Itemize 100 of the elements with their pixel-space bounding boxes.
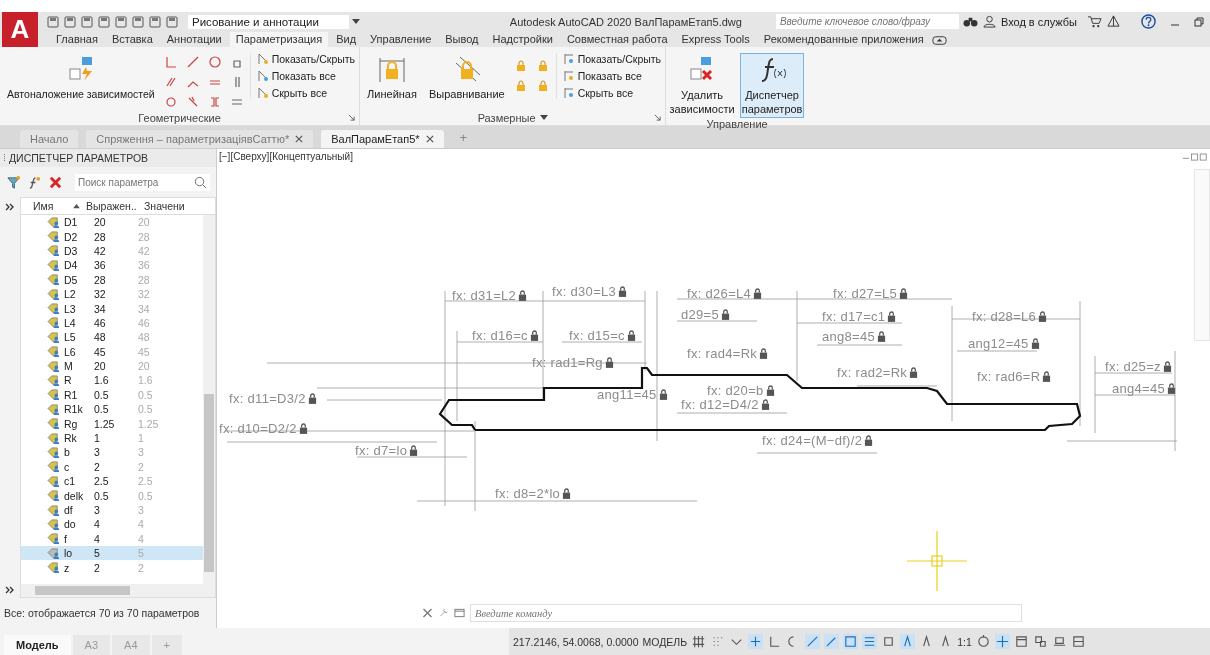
delete-icon[interactable] <box>48 174 63 190</box>
column-header[interactable]: Значени <box>144 200 194 212</box>
workspace-dropdown[interactable]: Рисование и аннотации <box>188 14 349 29</box>
status-toggle-icon[interactable] <box>843 634 859 649</box>
scrollbar[interactable] <box>203 215 215 584</box>
parameter-row[interactable]: b 3 3 <box>21 445 203 460</box>
parameter-row[interactable]: D4 36 36 <box>21 258 203 273</box>
ribbon-tab[interactable]: Рекомендованные приложения <box>757 32 930 47</box>
toolbar-icon[interactable] <box>114 14 128 29</box>
parameter-row[interactable]: L3 34 34 <box>21 301 203 316</box>
dialog-launcher-icon[interactable] <box>654 114 662 121</box>
status-toggle-icon[interactable] <box>1051 634 1067 649</box>
dimension-label[interactable]: fx: d12=D4/2 <box>681 397 759 412</box>
layout-tab[interactable]: Модель <box>4 635 71 655</box>
toolbar-icon[interactable] <box>46 14 60 29</box>
dimension-label[interactable]: fx: d7=lo <box>355 443 408 458</box>
close-icon[interactable] <box>295 135 304 143</box>
wrench-icon[interactable] <box>438 608 449 618</box>
sign-in-link[interactable]: Вход в службы <box>1000 15 1077 28</box>
parameter-row[interactable]: Rg 1.25 1.25 <box>21 416 203 431</box>
column-header[interactable]: Имя <box>21 200 73 212</box>
auto-constrain-button[interactable]: Автоналожение зависимостей <box>4 53 158 102</box>
dimension-label[interactable]: fx: rad2=Rk <box>837 365 908 380</box>
viewport-label[interactable]: [−][Сверху][Концептуальный] <box>219 151 353 162</box>
dimension-label[interactable]: fx: rad6=R <box>977 369 1041 384</box>
parameter-row[interactable]: c1 2.5 2.5 <box>21 474 203 489</box>
ribbon-button[interactable]: Показать все <box>562 70 662 82</box>
manage-button[interactable]: Удалить зависимости <box>670 53 735 118</box>
ribbon-button[interactable]: Показать все <box>256 70 356 82</box>
parameter-row[interactable]: L4 46 46 <box>21 315 203 331</box>
binoculars-icon[interactable] <box>962 15 978 28</box>
parameter-row[interactable]: c 2 2 <box>21 459 203 475</box>
parameter-row[interactable]: L6 45 45 <box>21 344 203 359</box>
ribbon-button[interactable]: Скрыть все <box>562 87 662 99</box>
dialog-launcher-icon[interactable] <box>348 114 356 121</box>
constraint-icon[interactable] <box>185 55 200 69</box>
expand-icon[interactable] <box>5 203 15 211</box>
app-logo[interactable]: A <box>2 12 38 47</box>
status-toggle-icon[interactable] <box>1032 634 1048 649</box>
document-tab[interactable]: Начало <box>20 130 79 148</box>
toolbar-icon[interactable] <box>97 14 111 29</box>
dimension-label[interactable]: fx: rad4=Rk <box>687 346 758 361</box>
parameter-row[interactable]: f 4 4 <box>21 531 203 546</box>
dimension-label[interactable]: fx: d24=(M−df)/2 <box>762 433 863 448</box>
ribbon-tab[interactable]: Вывод <box>439 32 485 47</box>
cart-icon[interactable] <box>1087 15 1102 28</box>
status-toggle-icon[interactable] <box>691 634 707 649</box>
help-icon[interactable] <box>1141 14 1156 29</box>
user-icon[interactable] <box>981 15 997 28</box>
parameter-row[interactable]: L5 48 48 <box>21 330 203 345</box>
grip-icon[interactable] <box>3 153 6 163</box>
constraint-icon[interactable] <box>163 95 178 109</box>
ribbon-tab[interactable]: Вид <box>330 32 363 47</box>
annotation-scale[interactable]: 1:1 <box>957 635 972 648</box>
caret-icon[interactable] <box>351 18 360 25</box>
restore-icon[interactable] <box>1194 16 1204 27</box>
dimension-label[interactable]: fx: d15=c <box>569 328 625 343</box>
scrollbar[interactable] <box>21 584 215 597</box>
dimension-label[interactable]: fx: d20=b <box>707 383 764 398</box>
status-toggle-icon[interactable] <box>748 634 764 649</box>
dimension-label[interactable]: fx: d26=L4 <box>687 286 752 301</box>
dimension-label[interactable]: fx: d31=L2 <box>452 288 517 303</box>
ribbon-tab[interactable]: Надстройки <box>486 32 559 47</box>
parameter-row[interactable]: Rk 1 1 <box>21 430 203 446</box>
dimension-label[interactable]: fx: d27=L5 <box>833 286 898 301</box>
constraint-icon[interactable] <box>163 55 178 69</box>
ribbon-tab[interactable]: Вставка <box>105 32 159 47</box>
dimension-label[interactable]: fx: d25=z <box>1105 359 1161 374</box>
expand-icon[interactable] <box>5 586 15 594</box>
status-toggle-icon[interactable] <box>1013 634 1029 649</box>
parameter-row[interactable]: z 2 2 <box>21 560 203 575</box>
status-toggle-icon[interactable] <box>975 634 991 649</box>
search-field[interactable]: Введите ключевое слово/фразу <box>775 14 959 29</box>
parameter-row[interactable]: D1 20 20 <box>21 215 203 230</box>
parameter-row[interactable]: R 1.6 1.6 <box>21 373 203 388</box>
command-history-icon[interactable] <box>454 608 465 618</box>
ribbon-tab[interactable]: Express Tools <box>675 32 756 47</box>
dimension-label[interactable]: fx: d17=c1 <box>822 309 886 324</box>
function-icon[interactable] <box>27 174 42 190</box>
document-tab[interactable]: ВалПарамЕтап5* <box>321 130 444 148</box>
status-toggle-icon[interactable] <box>862 634 878 649</box>
parameter-row[interactable]: D3 42 42 <box>21 243 203 259</box>
parameter-row[interactable]: lo 5 5 <box>21 546 203 561</box>
dimension-label[interactable]: fx: d11=D3/2 <box>229 391 306 406</box>
viewport-controls-icon[interactable] <box>1182 153 1208 162</box>
search-icon[interactable] <box>194 175 207 189</box>
ribbon-tab[interactable]: Совместная работа <box>560 32 674 47</box>
dimension-label[interactable]: fx: d10=D2/2 <box>219 421 297 436</box>
dimension-label[interactable]: fx: rad1=Rg <box>532 355 603 370</box>
status-toggle-icon[interactable] <box>994 634 1010 649</box>
model-space-button[interactable]: МОДЕЛЬ <box>642 635 688 648</box>
ribbon-button[interactable]: Скрыть все <box>256 87 356 99</box>
parameter-row[interactable]: R1k 0.5 0.5 <box>21 402 203 417</box>
ribbon-tab[interactable]: Главная <box>50 32 104 47</box>
parameter-row[interactable]: R1 0.5 0.5 <box>21 387 203 403</box>
parameter-row[interactable]: D2 28 28 <box>21 229 203 244</box>
parameter-row[interactable]: M 20 20 <box>21 358 203 374</box>
manage-button[interactable]: Диспетчер параметров <box>740 53 805 118</box>
ribbon-tab[interactable]: Аннотации <box>160 32 228 47</box>
dimension-label[interactable]: fx: d16=c <box>472 328 528 343</box>
